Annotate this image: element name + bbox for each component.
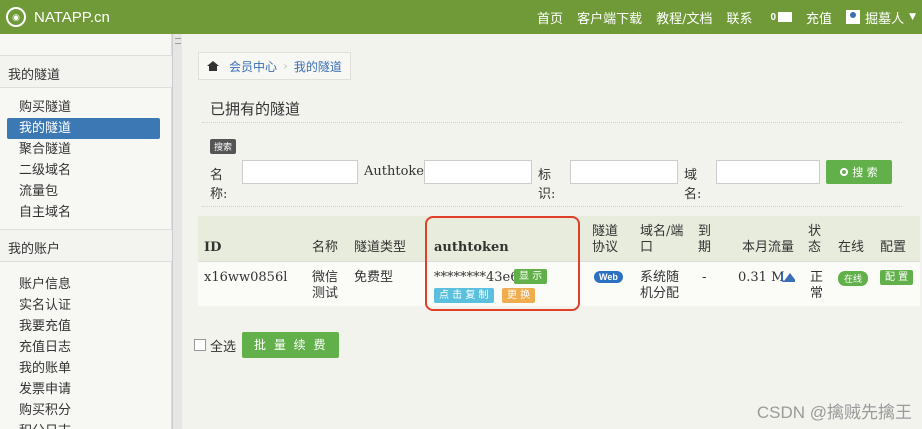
- sidebar-item-invoice[interactable]: 发票申请: [0, 379, 172, 400]
- nav-recharge[interactable]: 充值: [806, 8, 832, 27]
- col-online: 在线: [838, 240, 865, 255]
- col-type: 隧道类型: [354, 240, 407, 255]
- select-all-checkbox[interactable]: [194, 339, 206, 351]
- home-icon[interactable]: [207, 61, 219, 71]
- watermark: CSDN @擒贼先擒王: [756, 403, 912, 422]
- nav-docs[interactable]: 教程/文档: [656, 8, 712, 27]
- col-domain: 域名/端口: [640, 224, 684, 255]
- col-protocol: 隧道 协议: [592, 224, 619, 255]
- sidebar-account-list: 账户信息 实名认证 我要充值 充值日志 我的账单 发票申请 购买积分 积分日志: [0, 274, 172, 429]
- protocol-badge: Web: [594, 271, 623, 283]
- divider: [202, 206, 902, 207]
- name-label: 名称:: [210, 168, 228, 202]
- sidebar-item-recharge-log[interactable]: 充值日志: [0, 337, 172, 358]
- col-status: 状态: [808, 224, 822, 255]
- mail-icon: [778, 12, 793, 22]
- authtoken-input[interactable]: [424, 160, 532, 184]
- sidebar-section-account[interactable]: 我的账户: [0, 229, 172, 262]
- username: 掘墓人: [865, 11, 905, 27]
- sidebar-item-real-name[interactable]: 实名认证: [0, 295, 172, 316]
- sidebar-item-aggregate-tunnel[interactable]: 聚合隧道: [0, 139, 172, 160]
- messages-button[interactable]: 0: [770, 11, 793, 23]
- search-button[interactable]: 搜 索: [826, 160, 892, 184]
- batch-actions: 全选 批 量 续 费: [194, 332, 340, 358]
- message-count: 0: [770, 11, 777, 23]
- breadcrumb: 会员中心 › 我的隧道: [198, 52, 351, 80]
- breadcrumb-separator: ›: [283, 59, 288, 73]
- brand-name: NATAPP.cn: [34, 8, 110, 26]
- top-navbar: ◉ NATAPP.cn 首页 客户端下载 教程/文档 联系 0 充值 掘墓人 ▼: [0, 0, 922, 34]
- search-icon: [840, 168, 849, 176]
- main-content: 会员中心 › 我的隧道 已拥有的隧道 搜索 名称: Authtoken: 标识:…: [182, 34, 922, 429]
- divider: [202, 122, 902, 123]
- col-id: ID: [204, 240, 222, 255]
- traffic-chart-icon[interactable]: [782, 272, 795, 282]
- sidebar-item-custom-domain[interactable]: 自主域名: [0, 202, 172, 223]
- sidebar-item-buy-tunnel[interactable]: 购买隧道: [0, 97, 172, 118]
- sidebar-item-points-log[interactable]: 积分日志: [0, 421, 172, 429]
- page-title: 已拥有的隧道: [210, 100, 301, 118]
- search-section-label: 搜索: [210, 139, 237, 154]
- breadcrumb-member-center[interactable]: 会员中心: [229, 58, 277, 75]
- ident-input[interactable]: [570, 160, 678, 184]
- search-button-label: 搜 索: [852, 166, 878, 179]
- sidebar-item-account-info[interactable]: 账户信息: [0, 274, 172, 295]
- sidebar-item-my-bills[interactable]: 我的账单: [0, 358, 172, 379]
- nav-contact[interactable]: 联系: [726, 8, 752, 27]
- col-expire: 到期: [698, 224, 712, 255]
- user-icon: [846, 10, 861, 24]
- top-nav: 首页 客户端下载 教程/文档 联系 0 充值 掘墓人 ▼: [523, 0, 916, 34]
- user-menu[interactable]: 掘墓人 ▼: [846, 8, 916, 27]
- nav-client-download[interactable]: 客户端下载: [577, 8, 642, 27]
- sidebar-item-traffic-pack[interactable]: 流量包: [0, 181, 172, 202]
- brand-logo[interactable]: ◉ NATAPP.cn: [6, 7, 110, 27]
- online-badge: 在线: [838, 271, 869, 286]
- tunnel-traffic: 0.31 M: [738, 270, 785, 285]
- natapp-logo-icon: ◉: [6, 7, 26, 27]
- col-name: 名称: [312, 240, 339, 255]
- sidebar-collapse-handle[interactable]: [172, 34, 182, 429]
- sidebar-item-subdomain[interactable]: 二级域名: [0, 160, 172, 181]
- name-input[interactable]: [242, 160, 358, 184]
- ident-label: 标识:: [538, 168, 556, 202]
- sidebar-item-recharge[interactable]: 我要充值: [0, 316, 172, 337]
- tunnel-type: 免费型: [354, 270, 394, 285]
- grip-icon: [175, 38, 181, 44]
- tunnel-name: 微信 测试: [312, 270, 339, 301]
- authtoken-highlight-annotation: [425, 216, 580, 311]
- batch-renew-button[interactable]: 批 量 续 费: [242, 332, 340, 358]
- sidebar-item-buy-points[interactable]: 购买积分: [0, 400, 172, 421]
- breadcrumb-my-tunnels[interactable]: 我的隧道: [294, 58, 342, 75]
- chevron-down-icon: ▼: [909, 12, 916, 22]
- tunnel-expire: -: [702, 270, 707, 285]
- col-traffic: 本月流量: [742, 240, 795, 255]
- nav-home[interactable]: 首页: [537, 8, 563, 27]
- tunnel-id: x16ww0856l: [204, 270, 288, 285]
- sidebar-tunnel-list: 购买隧道 我的隧道 聚合隧道 二级域名 流量包 自主域名: [0, 97, 172, 223]
- domain-input[interactable]: [716, 160, 820, 184]
- domain-label: 域名:: [684, 168, 702, 202]
- sidebar-item-my-tunnels[interactable]: 我的隧道: [7, 118, 160, 139]
- sidebar-section-tunnels[interactable]: 我的隧道: [0, 55, 172, 88]
- tunnel-status: 正常: [810, 270, 824, 301]
- col-config: 配置: [880, 240, 907, 255]
- select-all-label: 全选: [210, 339, 237, 355]
- sidebar: 我的隧道 购买隧道 我的隧道 聚合隧道 二级域名 流量包 自主域名 我的账户 账…: [0, 34, 172, 429]
- config-button[interactable]: 配 置: [880, 270, 914, 285]
- tunnel-domain: 系统随 机分配: [640, 270, 680, 301]
